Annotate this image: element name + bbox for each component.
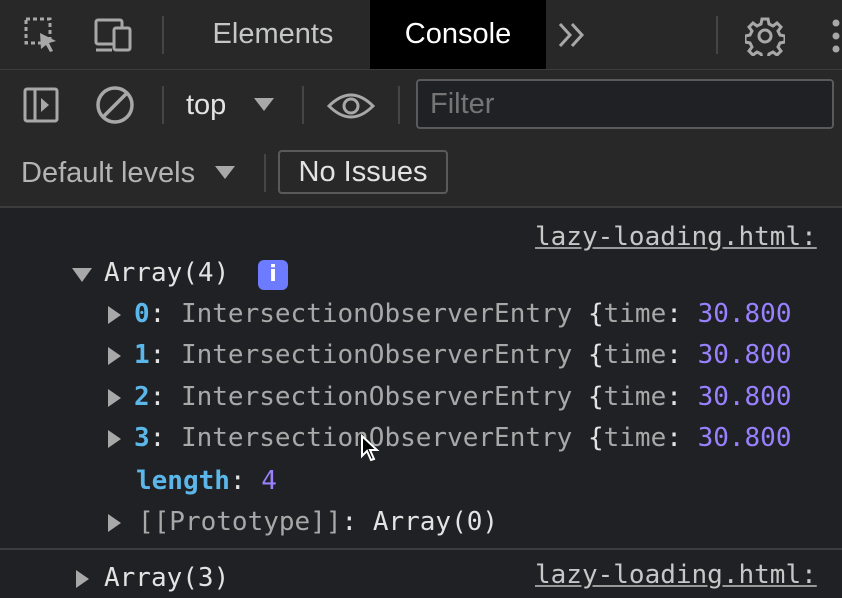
expand-triangle-icon[interactable] xyxy=(108,514,121,532)
list-item[interactable]: 1: IntersectionObserverEntry {time: 30.8… xyxy=(134,340,791,370)
list-item[interactable]: 0: IntersectionObserverEntry {time: 30.8… xyxy=(134,299,791,329)
length-value: 4 xyxy=(261,466,277,496)
toolbar-separator xyxy=(302,86,304,124)
console-toolbar: top xyxy=(0,70,842,140)
toolbar-separator xyxy=(716,16,718,54)
item-brace: { xyxy=(587,423,604,453)
double-chevron-right-icon[interactable] xyxy=(556,18,590,57)
item-brace: { xyxy=(587,299,604,329)
item-index: 2 xyxy=(134,382,150,412)
caret-down-icon[interactable] xyxy=(215,166,235,185)
prototype-row[interactable]: [[Prototype]]: Array(0) xyxy=(138,507,498,537)
item-type: IntersectionObserverEntry xyxy=(180,299,573,329)
devtools-tab-bar: Elements Console xyxy=(0,0,842,70)
tab-elements[interactable]: Elements xyxy=(180,0,366,69)
info-icon[interactable]: i xyxy=(258,260,288,290)
issues-label: No Issues xyxy=(298,156,428,188)
log-divider xyxy=(0,548,842,550)
select-element-icon[interactable] xyxy=(22,15,62,60)
item-index: 0 xyxy=(134,299,150,329)
item-prop: time xyxy=(603,423,667,453)
tab-console[interactable]: Console xyxy=(370,0,546,69)
array-header[interactable]: Array(3) xyxy=(104,563,229,593)
issues-button[interactable]: No Issues xyxy=(278,150,448,194)
caret-down-icon[interactable] xyxy=(254,98,274,117)
log-levels-label: Default levels xyxy=(21,157,196,189)
toolbar-separator xyxy=(398,86,400,124)
toolbar-separator xyxy=(264,154,266,192)
source-link[interactable]: lazy-loading.html: xyxy=(535,560,817,590)
item-prop: time xyxy=(603,340,667,370)
clear-console-icon[interactable] xyxy=(94,84,136,131)
item-prop: time xyxy=(603,299,667,329)
source-link[interactable]: lazy-loading.html: xyxy=(535,222,817,252)
log-levels-dropdown[interactable]: Default levels xyxy=(21,140,195,206)
expand-triangle-icon[interactable] xyxy=(108,306,121,324)
expand-triangle-icon[interactable] xyxy=(108,347,121,365)
gear-icon[interactable] xyxy=(743,16,787,61)
item-value: 30.800 xyxy=(697,340,792,370)
device-toolbar-icon[interactable] xyxy=(92,15,138,60)
console-settings-bar: Default levels No Issues xyxy=(0,140,842,208)
toolbar-separator xyxy=(162,86,164,124)
expand-triangle-icon[interactable] xyxy=(108,389,121,407)
list-item[interactable]: 3: IntersectionObserverEntry {time: 30.8… xyxy=(134,423,791,453)
expand-triangle-icon[interactable] xyxy=(108,430,121,448)
more-vertical-icon[interactable] xyxy=(830,18,842,59)
prototype-value: Array(0) xyxy=(372,507,499,537)
list-item[interactable]: 2: IntersectionObserverEntry {time: 30.8… xyxy=(134,382,791,412)
item-value: 30.800 xyxy=(697,299,792,329)
toolbar-separator xyxy=(162,16,164,54)
length-property: length: 4 xyxy=(136,466,277,496)
item-brace: { xyxy=(587,340,604,370)
expand-triangle-icon[interactable] xyxy=(72,268,92,282)
item-prop: time xyxy=(603,382,667,412)
sidebar-toggle-icon[interactable] xyxy=(22,86,62,131)
prototype-key: [[Prototype]] xyxy=(138,507,342,537)
item-index: 1 xyxy=(134,340,150,370)
item-value: 30.800 xyxy=(697,423,792,453)
item-type: IntersectionObserverEntry xyxy=(180,382,573,412)
array-header[interactable]: Array(4) xyxy=(104,258,229,288)
item-value: 30.800 xyxy=(697,382,792,412)
mouse-cursor-icon xyxy=(360,433,380,471)
filter-input[interactable] xyxy=(416,79,834,129)
context-selector[interactable]: top xyxy=(186,70,226,140)
item-brace: { xyxy=(587,382,604,412)
console-output: lazy-loading.html: Array(4) i 0: Interse… xyxy=(0,208,842,598)
eye-icon[interactable] xyxy=(326,90,376,127)
context-label: top xyxy=(186,89,227,121)
length-key: length xyxy=(136,466,230,496)
expand-triangle-icon[interactable] xyxy=(76,570,89,588)
item-index: 3 xyxy=(134,423,150,453)
item-type: IntersectionObserverEntry xyxy=(180,340,573,370)
